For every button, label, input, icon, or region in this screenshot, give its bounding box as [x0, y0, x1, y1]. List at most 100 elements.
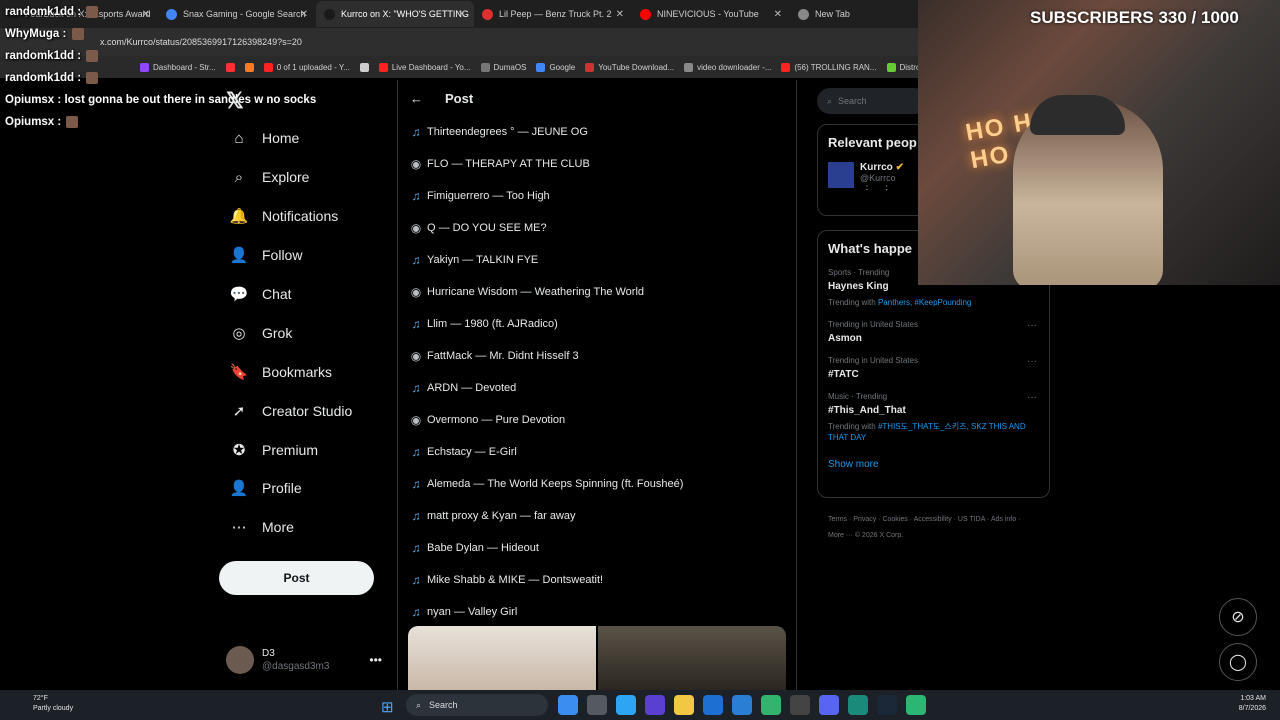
track-text: matt proxy & Kyan — far away: [427, 510, 576, 522]
trend-context: Trending in United States: [828, 320, 918, 329]
track-text: Llim — 1980 (ft. AJRadico): [427, 318, 558, 330]
trend-item[interactable]: Music · Trending #This_And_That Trending w…: [818, 392, 1049, 443]
bookmark-item[interactable]: DumaOS: [480, 62, 527, 72]
disc-icon: ◉: [410, 157, 422, 171]
x-logo-icon[interactable]: 𝕏: [226, 88, 244, 114]
track-text: Yakiyn — TALKIN FYE: [427, 254, 539, 266]
taskbar-app-icon[interactable]: [616, 695, 636, 715]
track-text: nyan — Valley Girl: [427, 606, 518, 618]
close-icon[interactable]: ✕: [458, 9, 466, 20]
bookmark-item[interactable]: Live Dashboard - Yo...: [378, 62, 471, 72]
music-note-icon: ♫: [411, 317, 421, 331]
taskbar-app-icon[interactable]: [819, 695, 839, 715]
trend-related: Trending with #THIS도_THAT도_스키즈, SKZ THIS…: [828, 421, 1039, 443]
weather-desc: Partly cloudy: [33, 705, 74, 712]
nav-item-label: Creator Studio: [262, 402, 353, 419]
music-note-icon: ♫: [411, 125, 421, 139]
bookmark-item[interactable]: video downloader -...: [684, 62, 771, 72]
windows-start-icon[interactable]: ⊞: [381, 698, 394, 716]
browser-tab[interactable]: Lil Peep — Benz Truck Pt. 2 ✕: [474, 1, 632, 27]
music-note-icon: ♫: [411, 381, 421, 395]
music-note-icon: ♫: [411, 541, 421, 555]
nav-item-grok[interactable]: ◎ Grok: [222, 313, 392, 352]
nav-item-profile[interactable]: 👤 Profile: [222, 469, 392, 508]
taskbar-app-icon[interactable]: [703, 695, 723, 715]
music-note-icon: ♫: [411, 573, 421, 587]
nav-item-bookmarks[interactable]: 🔖 Bookmarks: [222, 352, 392, 391]
nav-item-home[interactable]: ⌂ Home: [222, 119, 392, 158]
track-text: Overmono — Pure Devotion: [427, 414, 566, 426]
more-options-icon[interactable]: ···: [1027, 356, 1037, 367]
search-input[interactable]: ⌕ Search: [817, 88, 927, 114]
avatar: [828, 162, 854, 188]
show-more-link[interactable]: Show more: [818, 443, 1049, 470]
account-switcher[interactable]: D3 @dasgasd3m3 •••: [226, 643, 386, 677]
weather-widget[interactable]: 72°F Partly cloudy: [33, 694, 73, 714]
post-button[interactable]: Post: [219, 561, 374, 595]
taskbar-app-icon[interactable]: [761, 695, 781, 715]
nav-item-more[interactable]: ⋯ More: [222, 508, 392, 547]
browser-tab[interactable]: New Tab: [790, 1, 880, 27]
trend-related-links[interactable]: Panthers, #KeepPounding: [878, 298, 971, 307]
taskbar-search[interactable]: ⌕ Search: [406, 694, 548, 716]
verified-badge-icon: ✔: [895, 162, 904, 173]
messages-float-button[interactable]: ◯: [1219, 643, 1257, 681]
bookmark-item[interactable]: [359, 62, 369, 72]
nav-item-follow[interactable]: 👤 Follow: [222, 236, 392, 275]
tab-title: Lil Peep — Benz Truck Pt. 2: [499, 9, 612, 19]
nav-item-explore[interactable]: ⌕ Explore: [222, 158, 392, 197]
nav-item-premium[interactable]: ✪ Premium: [222, 430, 392, 469]
close-icon[interactable]: ✕: [774, 9, 782, 20]
taskbar-app-icon[interactable]: [848, 695, 868, 715]
back-arrow-icon[interactable]: ←: [410, 91, 423, 106]
nav-item-creator-studio[interactable]: ➚ Creator Studio: [222, 391, 392, 430]
chat-username: Opiumsx: [5, 116, 55, 128]
trend-item[interactable]: Trending in United States #TATC ···: [818, 356, 1049, 380]
more-options-icon[interactable]: •••: [369, 653, 382, 667]
grok-icon: ⊘: [1231, 609, 1245, 626]
taskbar-app-icon[interactable]: [877, 695, 897, 715]
nav-item-chat[interactable]: 💬 Chat: [222, 275, 392, 314]
close-icon[interactable]: ✕: [616, 9, 624, 20]
browser-tab[interactable]: NINEVICIOUS - YouTube ✕: [632, 1, 790, 27]
nav-item-notifications[interactable]: 🔔 Notifications: [222, 197, 392, 236]
music-note-icon: ♫: [411, 477, 421, 491]
webcam-overlay: HO HO HO: [918, 0, 1280, 285]
relevant-person[interactable]: Kurrco ✔ @Kurrco ⠀:⠀⠀⠀:⠀: [818, 150, 926, 192]
more-options-icon[interactable]: ···: [1027, 392, 1037, 403]
weather-temp: 72°F: [33, 695, 48, 702]
bookmark-item[interactable]: YouTube Download...: [585, 62, 674, 72]
bookmarks-icon: 🔖: [229, 363, 249, 381]
bookmark-label: DumaOS: [493, 62, 527, 72]
bookmark-item[interactable]: (56) TROLLING RAN...: [781, 62, 877, 72]
system-clock[interactable]: 1:03 AM 8/7/2026: [1239, 694, 1266, 714]
disc-icon: ◉: [410, 349, 422, 363]
bookmark-icon: [886, 62, 896, 72]
track-text: Q — DO YOU SEE ME?: [427, 222, 547, 234]
taskbar-app-icon[interactable]: [674, 695, 694, 715]
taskbar-app-icon[interactable]: [587, 695, 607, 715]
taskbar-app-icon[interactable]: [645, 695, 665, 715]
nav-item-label: More: [262, 519, 294, 536]
avatar: [226, 646, 254, 674]
nav-item-label: Follow: [262, 247, 303, 264]
trend-name: Asmon: [828, 333, 862, 344]
post-image[interactable]: [408, 626, 596, 690]
tab-favicon-icon: [324, 8, 335, 20]
taskbar-app-icon[interactable]: [732, 695, 752, 715]
footer-links[interactable]: Terms · Privacy · Cookies · Accessibilit…: [828, 512, 1028, 544]
taskbar-app-icon[interactable]: [906, 695, 926, 715]
taskbar-app-icon[interactable]: [790, 695, 810, 715]
trend-item[interactable]: Trending in United States Asmon ···: [818, 320, 1049, 344]
post-image[interactable]: [598, 626, 786, 690]
clock-time: 1:03 AM: [1240, 695, 1266, 702]
nav-item-label: Grok: [262, 324, 293, 341]
bookmark-item[interactable]: Google: [536, 62, 575, 72]
grok-float-button[interactable]: ⊘: [1219, 598, 1257, 636]
music-note-icon: ♫: [411, 189, 421, 203]
track-line: ♫ Thirteendegrees ° — JEUNE OG: [409, 116, 796, 148]
more-options-icon[interactable]: ···: [1027, 320, 1037, 331]
browser-tab[interactable]: Kurrco on X: "WHO'S GETTING ✕: [316, 1, 474, 27]
taskbar-app-icon[interactable]: [558, 695, 578, 715]
track-text: Echstacy — E-Girl: [427, 446, 517, 458]
